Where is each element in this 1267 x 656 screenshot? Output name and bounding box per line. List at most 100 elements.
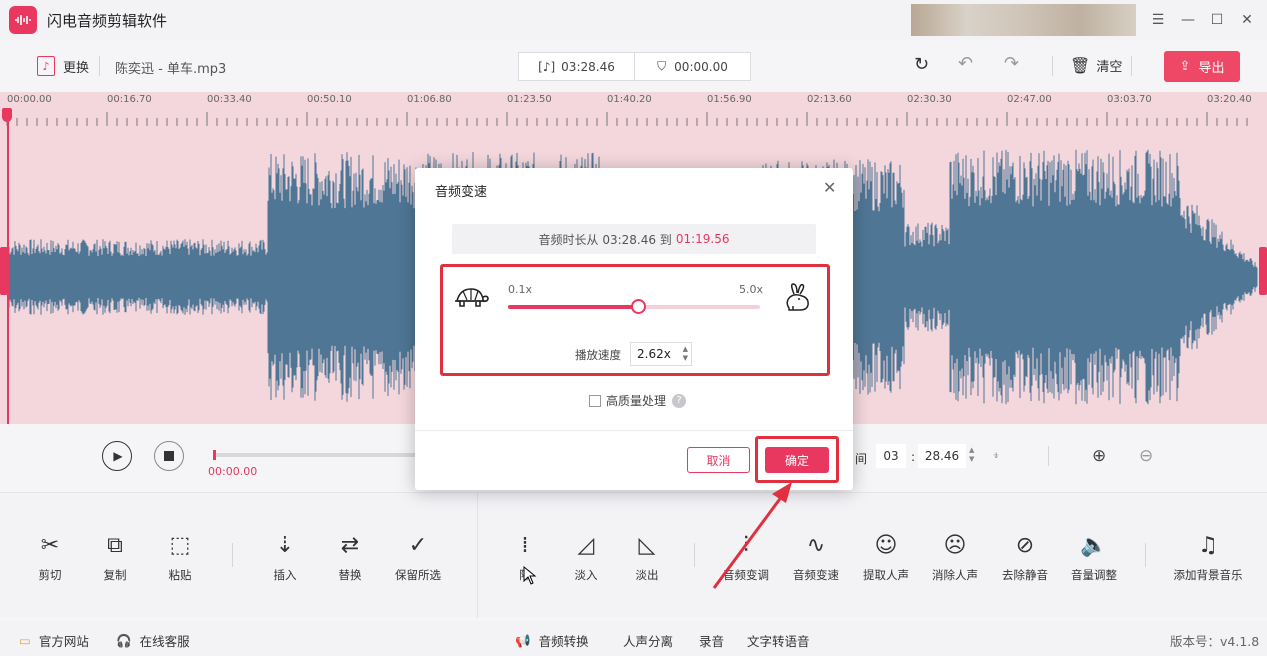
min-speed-label: 0.1x xyxy=(508,283,533,296)
end-sec-input[interactable]: 28.46 xyxy=(918,444,966,468)
scissors-icon: ✂ xyxy=(40,532,60,558)
tool-divider xyxy=(232,543,233,567)
divider xyxy=(99,56,100,76)
fade-out-icon: ◺ xyxy=(638,532,656,558)
tool-extract-voice[interactable]: ☺ 提取人声 xyxy=(851,531,921,583)
left-handle[interactable] xyxy=(0,247,8,295)
time-display: [♪] 03:28.46 ⛉ 00:00.00 xyxy=(518,52,751,81)
zoom-in-icon[interactable]: ⊕ xyxy=(1092,446,1106,466)
current-time: 00:00.00 xyxy=(208,465,258,478)
tool-label: 消除人声 xyxy=(932,568,978,582)
insert-icon: ⇣ xyxy=(275,532,295,558)
hq-checkbox[interactable] xyxy=(589,394,601,407)
menu-icon[interactable]: ☰ xyxy=(1146,8,1170,32)
version-label: 版本号：v4.1.8 xyxy=(1170,634,1260,649)
right-handle[interactable] xyxy=(1259,247,1267,295)
tool-remove-silence[interactable]: ⊘ 去除静音 xyxy=(990,531,1060,583)
support-link[interactable]: 🎧 在线客服 xyxy=(116,631,190,650)
extract-voice-icon: ☺ xyxy=(874,532,898,558)
progress-bar[interactable] xyxy=(213,450,415,460)
dialog-divider xyxy=(415,430,853,431)
redo-icon[interactable]: ↷ xyxy=(1004,53,1019,74)
play-icon: ▶ xyxy=(113,449,123,463)
hq-option[interactable]: 高质量处理 ? xyxy=(589,392,687,409)
tool-label: 保留所选 xyxy=(395,568,441,582)
upload-icon: ⇪ xyxy=(1179,59,1191,74)
tool-label: 复制 xyxy=(103,568,127,582)
replace-button[interactable]: ♪ 更换 xyxy=(37,56,89,76)
website-link[interactable]: ▭ 官方网站 xyxy=(19,631,89,650)
speed-input[interactable]: 2.62x ▲ ▼ xyxy=(630,342,692,366)
close-icon[interactable]: ✕ xyxy=(823,178,836,197)
ok-button[interactable]: 确定 xyxy=(765,447,829,473)
stop-icon xyxy=(164,451,174,461)
tool-keep-selection[interactable]: ✓ 保留所选 xyxy=(383,531,453,583)
music-note-icon: ♫ xyxy=(1198,532,1218,558)
tool-paste[interactable]: ⬚ 粘贴 xyxy=(145,531,215,583)
tool-copy[interactable]: ⧉ 复制 xyxy=(80,531,150,583)
maximize-icon[interactable]: ☐ xyxy=(1205,8,1229,32)
music-file-icon: ♪ xyxy=(37,56,55,76)
clear-button[interactable]: 🗑 清空 xyxy=(1070,56,1122,75)
tool-replace[interactable]: ⇄ 替换 xyxy=(315,531,385,583)
divider xyxy=(1131,56,1132,76)
note-icon: [♪] xyxy=(538,59,556,74)
help-icon[interactable]: ? xyxy=(672,393,687,408)
slider-thumb[interactable] xyxy=(630,299,646,314)
tool-label: 添加背景音乐 xyxy=(1173,568,1243,582)
tool-remove-voice[interactable]: ☹ 消除人声 xyxy=(920,531,990,583)
reset-icon[interactable]: ↻ xyxy=(914,54,929,75)
close-window-icon[interactable]: ✕ xyxy=(1235,8,1259,32)
tool-fade-in[interactable]: ◿ 淡入 xyxy=(551,531,621,583)
end-min-input[interactable]: 03 xyxy=(876,444,906,468)
separate-link[interactable]: 人声分离 xyxy=(623,631,673,650)
convert-link[interactable]: 📢 音频转换 xyxy=(515,631,589,650)
noise-icon: ⁞ xyxy=(521,532,529,558)
stop-button[interactable] xyxy=(154,441,184,471)
undo-icon[interactable]: ↶ xyxy=(958,53,973,74)
tool-label: 淡出 xyxy=(635,568,659,582)
clear-label: 清空 xyxy=(1096,60,1123,75)
tool-label: 提取人声 xyxy=(863,568,909,582)
export-button[interactable]: ⇪ 导出 xyxy=(1164,51,1240,82)
pin-icon[interactable]: ⍖ xyxy=(992,448,1000,463)
end-sec-value: 28.46 xyxy=(924,449,960,463)
cursor-time-value: 00:00.00 xyxy=(674,59,728,74)
tool-label: 音频变速 xyxy=(793,568,839,582)
tool-music-note[interactable]: ♫ 添加背景音乐 xyxy=(1173,531,1243,583)
cancel-button[interactable]: 取消 xyxy=(687,447,750,473)
dialog-title: 音频变速 xyxy=(435,185,488,200)
speed-label: 播放速度 xyxy=(575,348,621,362)
tool-speed[interactable]: ∿ 音频变速 xyxy=(781,531,851,583)
monitor-icon: ▭ xyxy=(19,633,31,648)
divider xyxy=(1052,56,1053,76)
max-speed-label: 5.0x xyxy=(739,283,764,296)
tool-pitch[interactable]: ⫶ 音频变调 xyxy=(711,531,781,583)
remove-voice-icon: ☹ xyxy=(943,532,967,558)
tool-fade-out[interactable]: ◺ 淡出 xyxy=(612,531,682,583)
user-area xyxy=(911,4,1136,36)
tts-link[interactable]: 文字转语音 xyxy=(747,631,810,650)
speed-dialog: 音频变速 ✕ 音频时长从 03:28.46 到 01:19.56 0.1x 5.… xyxy=(415,168,853,490)
tool-label: 音频变调 xyxy=(723,568,769,582)
tool-volume[interactable]: 🔈 音量调整 xyxy=(1059,531,1129,583)
divider xyxy=(1048,446,1049,466)
record-link[interactable]: 录音 xyxy=(699,631,724,650)
tool-label: 去除静音 xyxy=(1002,568,1048,582)
fade-in-icon: ◿ xyxy=(577,532,595,558)
minimize-icon[interactable]: — xyxy=(1176,8,1200,32)
title-bar: 闪电音频剪辑软件 ☰ — ☐ ✕ xyxy=(0,0,1267,40)
megaphone-icon: 📢 xyxy=(515,632,531,648)
speed-stepper[interactable]: ▲ ▼ xyxy=(683,345,688,363)
play-button[interactable]: ▶ xyxy=(102,441,132,471)
zoom-out-icon[interactable]: ⊖ xyxy=(1139,446,1153,466)
tool-insert[interactable]: ⇣ 插入 xyxy=(250,531,320,583)
end-time-label: 间 xyxy=(855,452,868,466)
tool-scissors[interactable]: ✂ 剪切 xyxy=(15,531,85,583)
tool-divider xyxy=(694,543,695,567)
toolbar: ♪ 更换 陈奕迅 - 单车.mp3 [♪] 03:28.46 ⛉ 00:00.0… xyxy=(0,40,1267,92)
end-time-stepper[interactable]: ▲ ▼ xyxy=(969,446,974,464)
tool-divider xyxy=(1145,543,1146,567)
speed-slider[interactable] xyxy=(508,299,760,314)
volume-icon: 🔈 xyxy=(1080,532,1108,558)
